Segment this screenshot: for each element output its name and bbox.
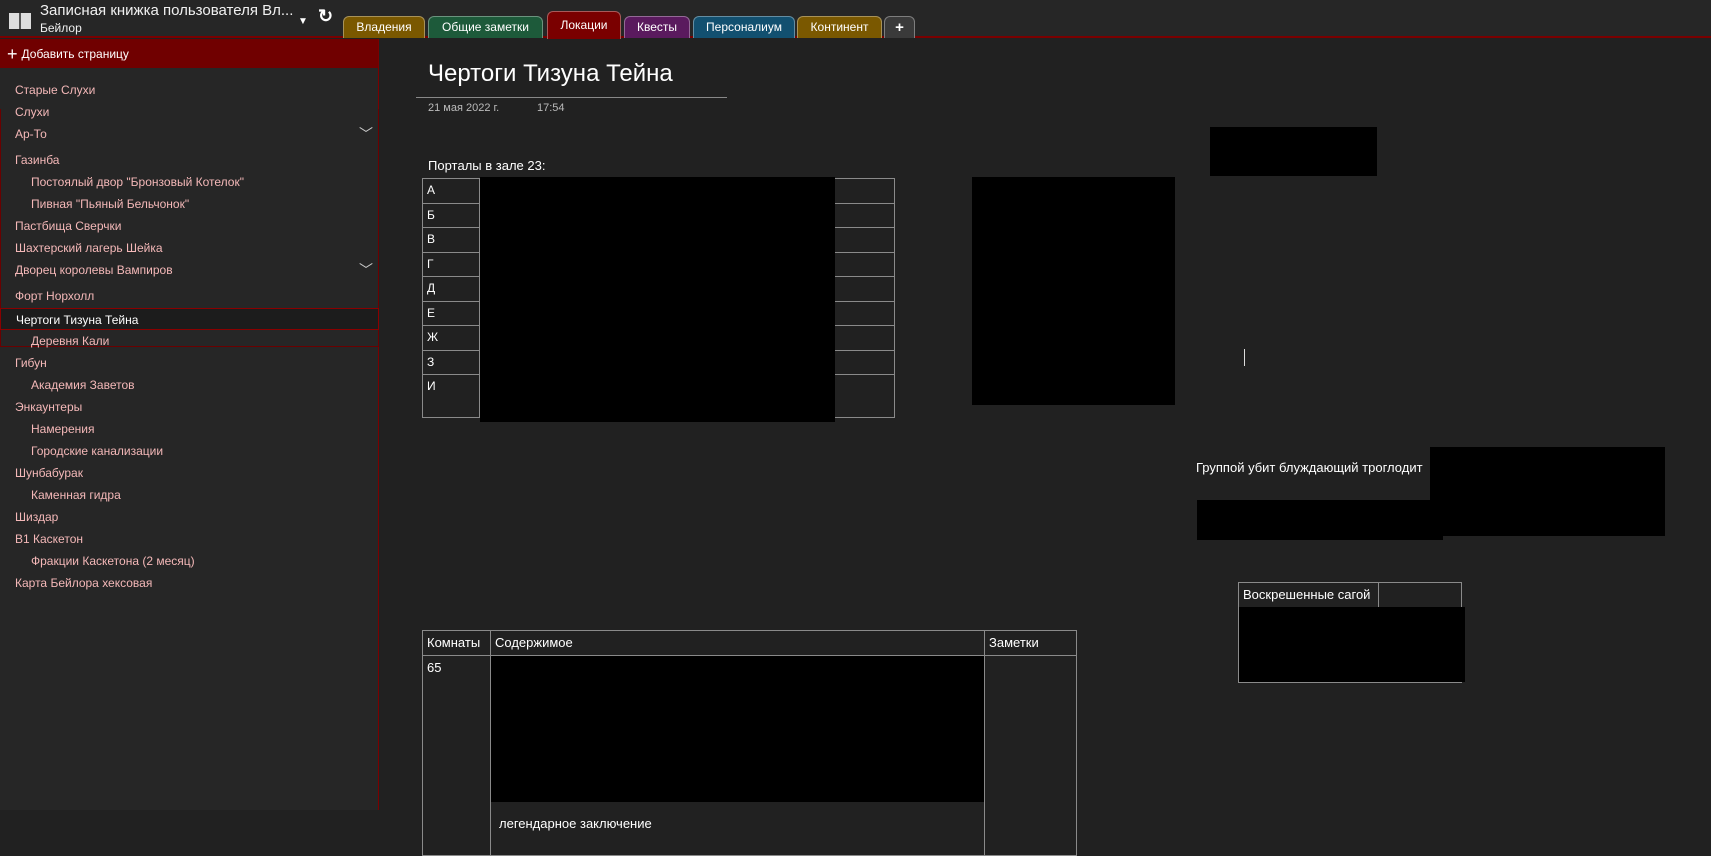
redacted-block [1210,127,1377,176]
sidebar-page-item[interactable]: Фракции Каскетона (2 месяц) [0,550,379,572]
add-section-tab[interactable]: + [884,16,915,38]
page-item-label: Слухи [15,105,50,119]
title-divider [416,97,727,98]
page-item-label: Пивная "Пьяный Бельчонок" [31,197,190,211]
portal-letter[interactable]: З [422,349,480,375]
page-list: + Добавить страницу Старые Слухи Слухи Ар-Т… [0,39,379,810]
notebook-icon[interactable] [8,12,32,30]
tab-section[interactable]: Общие заметки [428,16,543,38]
sidebar-page-item[interactable]: Энкаунтеры [0,396,379,418]
title-bar: Записная книжка пользователя Вл... Бейло… [0,0,1711,39]
room-notes[interactable] [984,655,1077,856]
page-item-label: Городские канализации [31,444,164,458]
tab-section[interactable]: Локации [547,11,621,39]
redacted-block [1239,607,1465,682]
sidebar-page-item[interactable]: Дворец королевы Вампиров ﹀ [0,259,379,281]
page-item-label: Намерения [31,422,95,436]
content-header: Содержимое [490,630,985,656]
page-item-label: Шиздар [15,510,59,524]
tab-section[interactable]: Континент [797,16,882,38]
tab-section[interactable]: Персоналиум [693,16,795,38]
room-number[interactable]: 65 [422,655,491,856]
notes-header: Заметки [984,630,1077,656]
troglodyte-note[interactable]: Группой убит блуждающий троглодит [1196,460,1423,475]
sidebar-page-item[interactable]: Намерения [0,418,379,440]
page-item-label: Форт Норхолл [15,289,95,303]
table-cell[interactable] [1378,582,1462,608]
sidebar-page-item[interactable]: Шунбабурак [0,462,379,484]
portals-label: Портaлы в зале 23: [428,158,546,173]
redacted-block [480,177,835,422]
sidebar-page-item[interactable]: Газинба [0,149,379,171]
text-cursor [1244,349,1245,366]
notebook-dropdown-icon[interactable]: ▼ [298,16,308,27]
page-item-label: Деревня Кали [31,334,110,348]
add-page-button[interactable]: + Добавить страницу [0,39,378,68]
page-item-label: Энкаунтеры [15,400,83,414]
sidebar-page-item[interactable]: Шиздар [0,506,379,528]
sidebar-page-item[interactable]: Каменная гидра [0,484,379,506]
page-item-label: Гибун [15,356,47,370]
page-item-label: В1 Каскетон [15,532,83,546]
sync-icon[interactable]: ↻ [318,6,333,27]
page-item-label: Шахтерский лагерь Шейка [15,241,163,255]
sidebar-page-item[interactable]: Карта Бейлора хексовая [0,572,379,594]
portal-letter[interactable]: Д [422,276,480,302]
sidebar-page-item[interactable]: Ар-То ﹀ [0,123,379,145]
sidebar-page-item[interactable]: Деревня Кали [0,330,379,352]
sidebar-page-item[interactable]: Постоялый двор "Бронзовый Котелок" [0,171,379,193]
portal-letter[interactable]: В [422,227,480,253]
page-item-label: Карта Бейлора хексовая [15,576,153,590]
portal-letter[interactable]: Г [422,251,480,277]
sidebar-page-item[interactable]: Старые Слухи [0,79,379,101]
sidebar-page-item[interactable]: Слухи [0,101,379,123]
page-canvas[interactable]: Чертоги Тизуна Тейна 21 мая 2022 г. 17:5… [380,40,1711,856]
redacted-block [491,656,984,802]
page-item-label: Газинба [15,153,60,167]
redacted-block [1430,447,1665,536]
sidebar-page-item[interactable]: Чертоги Тизуна Тейна [0,308,379,330]
page-item-label: Ар-То [15,127,47,141]
portal-letter[interactable]: Б [422,202,480,228]
portal-letter[interactable]: А [422,178,480,204]
page-item-label: Чертоги Тизуна Тейна [16,313,139,327]
add-page-label: Добавить страницу [21,46,129,61]
notebook-section[interactable]: Бейлор [40,21,82,35]
page-item-label: Фракции Каскетона (2 месяц) [31,554,195,568]
page-date: 21 мая 2022 г. [428,102,500,114]
sidebar-page-item[interactable]: В1 Каскетон [0,528,379,550]
page-item-label: Каменная гидра [31,488,121,502]
redacted-block [1197,500,1443,540]
redacted-image [972,177,1175,405]
tab-section[interactable]: Владения [343,16,425,38]
room-content-text: легендарное заключение [499,816,652,831]
chevron-down-icon[interactable]: ﹀ [359,259,373,281]
sidebar-page-item[interactable]: Шахтерский лагерь Шейка [0,237,379,259]
portal-letter[interactable]: Е [422,300,480,326]
sidebar-page-item[interactable]: Пастбища Сверчки [0,215,379,237]
plus-icon: + [7,43,18,64]
sidebar-page-item[interactable]: Форт Норхолл [0,285,379,307]
page-item-label: Академия Заветов [31,378,135,392]
page-title[interactable]: Чертоги Тизуна Тейна [428,60,673,88]
portal-letter[interactable]: И [422,374,480,418]
revived-header: Воскрешенные сагой [1238,582,1379,608]
sidebar-page-item[interactable]: Городские канализации [0,440,379,462]
tab-section[interactable]: Квесты [624,16,690,38]
page-item-label: Пастбища Сверчки [15,219,122,233]
notebook-title[interactable]: Записная книжка пользователя Вл... [40,2,293,19]
page-item-label: Дворец королевы Вампиров [15,263,173,277]
page-item-label: Постоялый двор "Бронзовый Котелок" [31,175,244,189]
chevron-down-icon[interactable]: ﹀ [359,123,373,145]
rooms-header: Комнаты [422,630,491,656]
page-item-label: Старые Слухи [15,83,96,97]
sidebar-page-item[interactable]: Академия Заветов [0,374,379,396]
page-time: 17:54 [537,102,565,114]
portal-letter[interactable]: Ж [422,325,480,351]
sidebar-page-item[interactable]: Гибун [0,352,379,374]
sidebar-page-item[interactable]: Пивная "Пьяный Бельчонок" [0,193,379,215]
page-item-label: Шунбабурак [15,466,83,480]
